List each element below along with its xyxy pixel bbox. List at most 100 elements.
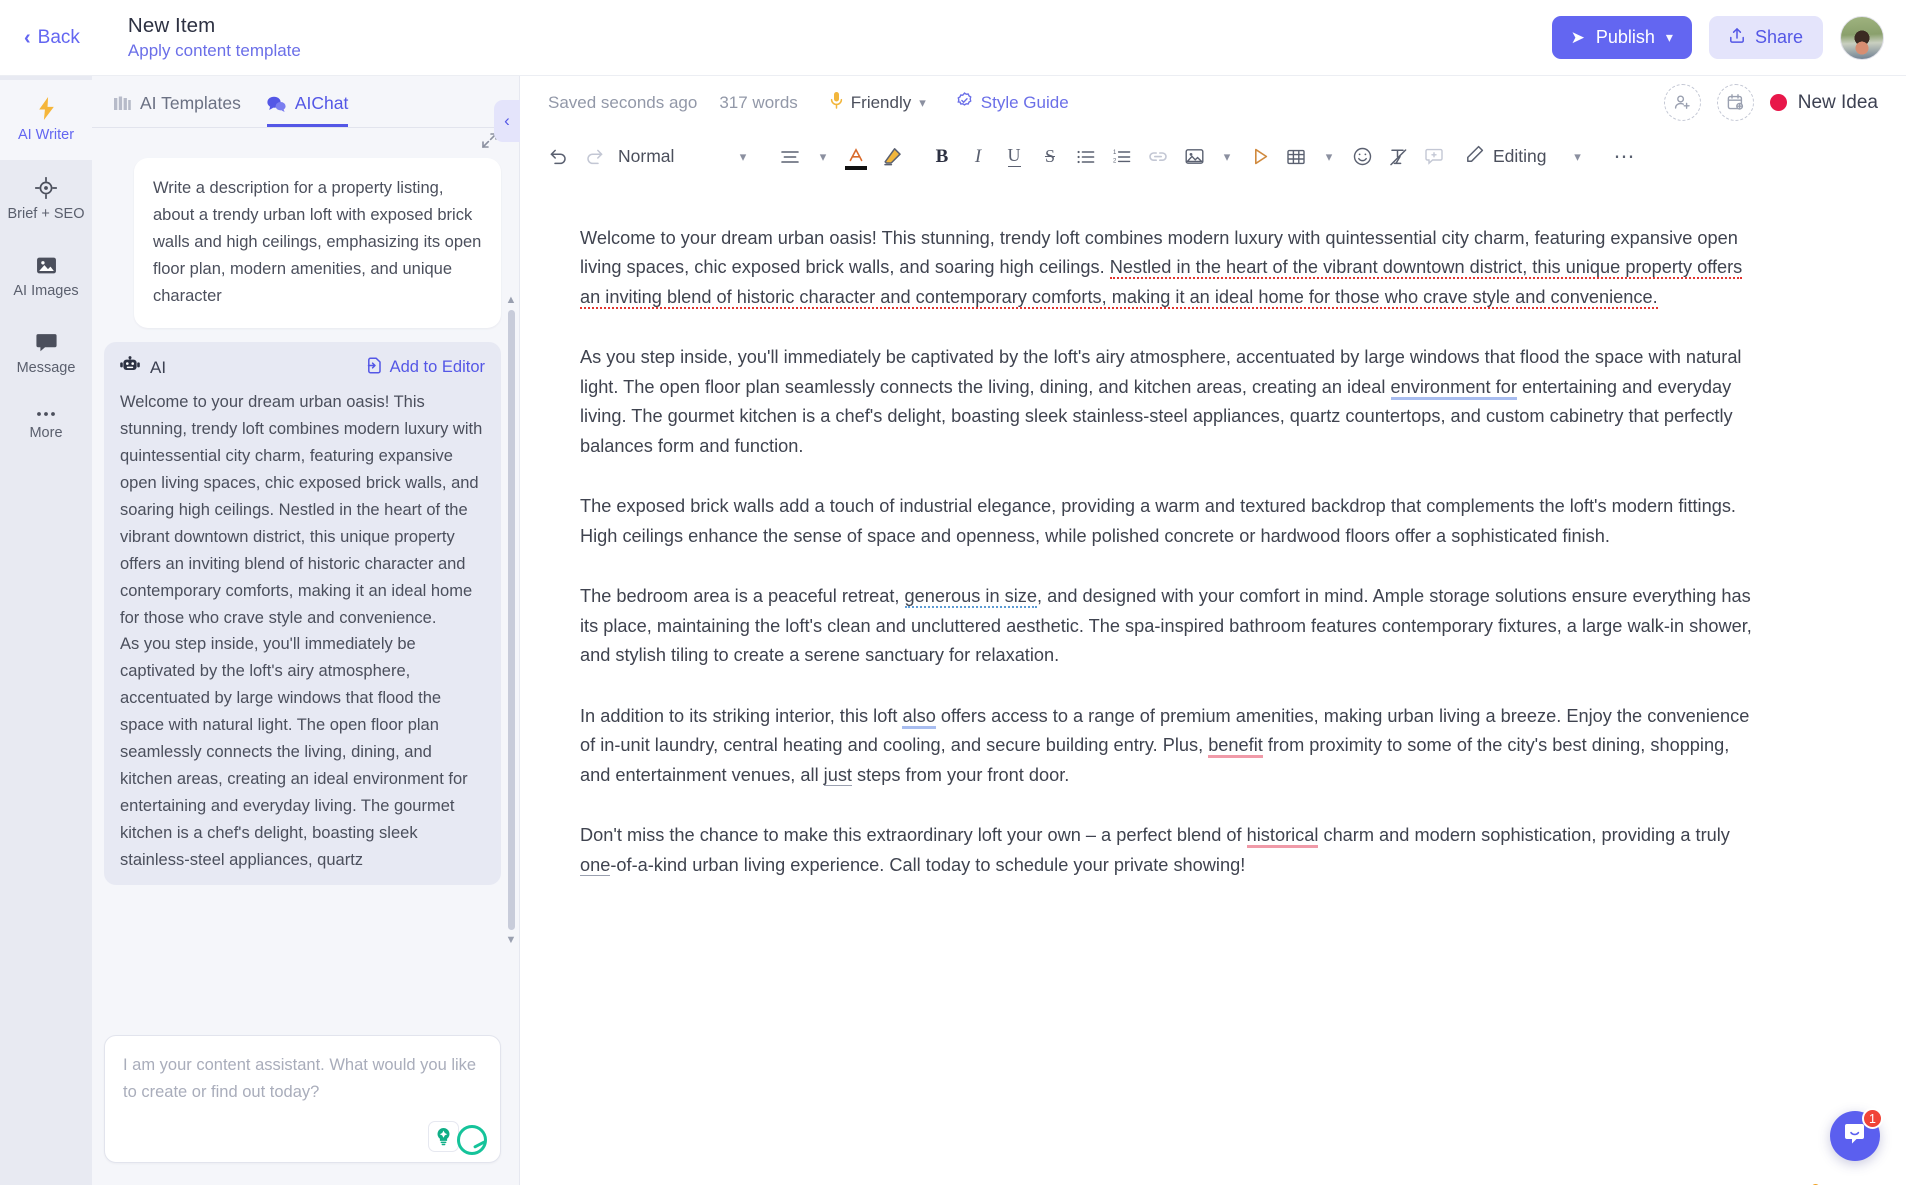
app-root: ‹ Back New Item Apply content template ➤…: [0, 0, 1906, 1185]
editing-mode-chevron-down-icon[interactable]: ▾: [1563, 149, 1593, 165]
share-button[interactable]: Share: [1708, 16, 1823, 59]
underline-icon[interactable]: U: [996, 139, 1032, 175]
more-options-icon[interactable]: ⋯: [1607, 139, 1643, 175]
sidebar-label-ai-writer: AI Writer: [17, 127, 75, 143]
chevron-down-icon: ▾: [739, 148, 747, 164]
highlighter-icon[interactable]: [874, 139, 910, 175]
chat-scrollbar[interactable]: [508, 310, 515, 930]
suggestion-span[interactable]: also: [902, 705, 936, 729]
editor-area: Saved seconds ago 317 words Friendly ▾ S…: [520, 76, 1906, 1185]
image-icon[interactable]: [1176, 139, 1212, 175]
add-to-editor-button[interactable]: Add to Editor: [366, 357, 485, 379]
sidebar-item-message[interactable]: Message: [0, 316, 92, 393]
support-chat-widget[interactable]: 1: [1830, 1108, 1883, 1161]
add-to-editor-icon: [366, 357, 383, 379]
align-icon[interactable]: [772, 139, 808, 175]
chat-scroll-area: Write a description for a property listi…: [92, 128, 519, 1035]
bullet-list-icon[interactable]: [1068, 139, 1104, 175]
sidebar-label-brief-seo: Brief + SEO: [7, 205, 85, 222]
image-dropdown-chevron-down-icon[interactable]: ▾: [1212, 149, 1242, 165]
document-paragraph: As you step inside, you'll immediately b…: [580, 343, 1760, 461]
new-idea-status[interactable]: New Idea: [1769, 91, 1878, 114]
app-body: AI Writer Brief + SEO AI Images Message …: [0, 76, 1906, 1185]
clear-format-icon[interactable]: [1380, 139, 1416, 175]
tone-label: Friendly: [850, 92, 912, 112]
sidebar-item-ai-images[interactable]: AI Images: [0, 238, 92, 316]
scrollbar-up-arrow[interactable]: ▲: [505, 294, 517, 306]
chat-input-box[interactable]: I am your content assistant. What would …: [104, 1035, 501, 1163]
document-text: -of-a-kind urban living experience. Call…: [610, 854, 1246, 875]
style-guide-label: Style Guide: [980, 92, 1069, 112]
apply-content-template-link[interactable]: Apply content template: [128, 41, 301, 61]
comment-icon[interactable]: [1416, 139, 1452, 175]
text-color-icon[interactable]: [838, 139, 874, 175]
paragraph-style-label: Normal: [618, 146, 675, 166]
sidebar-label-ai-images: AI Images: [13, 283, 79, 300]
chevron-left-icon: ‹: [24, 26, 31, 49]
paragraph-style-select[interactable]: Normal ▾: [618, 146, 758, 167]
suggestion-span[interactable]: historical: [1246, 825, 1319, 849]
suggestion-span[interactable]: generous in size: [904, 586, 1037, 609]
editor-status-bar: Saved seconds ago 317 words Friendly ▾ S…: [520, 76, 1906, 129]
tab-aichat[interactable]: AIChat: [266, 93, 349, 127]
emoji-icon[interactable]: [1344, 139, 1380, 175]
avatar[interactable]: [1840, 15, 1884, 60]
sidebar-item-brief-seo[interactable]: Brief + SEO: [0, 160, 92, 239]
grammarly-icon[interactable]: [457, 1125, 487, 1155]
undo-icon[interactable]: [540, 139, 576, 175]
style-guide-button[interactable]: Style Guide: [956, 91, 1069, 114]
upload-icon: [1729, 27, 1745, 49]
publish-button[interactable]: ➤ Publish ▾: [1551, 16, 1692, 59]
document-text: In addition to its striking interior, th…: [580, 705, 903, 726]
chat-input-wrapper: I am your content assistant. What would …: [92, 1035, 519, 1185]
page-title: New Item: [127, 14, 216, 37]
align-dropdown-chevron-down-icon[interactable]: ▾: [808, 149, 838, 165]
numbered-list-icon[interactable]: 12: [1104, 139, 1140, 175]
back-button[interactable]: ‹ Back: [18, 23, 86, 53]
table-dropdown-chevron-down-icon[interactable]: ▾: [1314, 149, 1344, 165]
idea-bulb-icon[interactable]: [428, 1121, 459, 1152]
suggestion-span[interactable]: benefit: [1208, 735, 1263, 759]
tab-ai-templates[interactable]: AI Templates: [114, 93, 241, 127]
suggestion-span[interactable]: one: [580, 854, 611, 876]
editing-mode-selector[interactable]: Editing: [1466, 145, 1547, 168]
style-guide-icon: [956, 91, 973, 114]
image-icon: [36, 255, 57, 276]
saved-status: Saved seconds ago: [548, 92, 698, 112]
italic-icon[interactable]: I: [960, 139, 996, 175]
collapse-panel-button[interactable]: ‹: [494, 100, 520, 142]
robot-icon: [120, 356, 140, 379]
schedule-button[interactable]: [1716, 84, 1754, 121]
strikethrough-icon[interactable]: S: [1032, 139, 1068, 175]
new-idea-label: New Idea: [1797, 91, 1878, 113]
add-collaborator-button[interactable]: [1663, 84, 1701, 121]
video-icon[interactable]: [1242, 139, 1278, 175]
document-canvas[interactable]: Welcome to your dream urban oasis! This …: [520, 184, 1906, 1185]
table-icon[interactable]: [1278, 139, 1314, 175]
suggestion-span[interactable]: just: [823, 764, 852, 786]
redo-icon[interactable]: [576, 139, 612, 175]
target-icon: [35, 176, 57, 199]
suggestion-span[interactable]: environment for: [1390, 376, 1517, 400]
sidebar-item-ai-writer[interactable]: AI Writer: [0, 80, 92, 160]
document-paragraph: Don't miss the chance to make this extra…: [580, 821, 1760, 880]
ai-label: AI: [150, 357, 167, 377]
scrollbar-down-arrow[interactable]: ▼: [505, 934, 517, 946]
ellipsis-icon: [35, 410, 57, 418]
status-bar-right: New Idea: [1663, 84, 1878, 121]
chat-bubble-icon: [35, 333, 57, 353]
bold-icon[interactable]: B: [924, 139, 960, 175]
user-message-text: Write a description for a property listi…: [153, 179, 482, 305]
sidebar-item-more[interactable]: More: [0, 393, 92, 458]
editing-mode-label: Editing: [1493, 146, 1547, 166]
chat-icon: [267, 96, 286, 112]
chat-tab-bar: AI Templates AIChat: [92, 76, 519, 128]
tab-label-ai-templates: AI Templates: [140, 93, 241, 113]
sidebar-label-message: Message: [16, 360, 76, 377]
user-message-bubble: Write a description for a property listi…: [134, 158, 501, 329]
link-icon[interactable]: [1140, 139, 1176, 175]
tone-selector[interactable]: Friendly ▾: [830, 91, 926, 115]
document-text: The exposed brick walls add a touch of i…: [580, 496, 1736, 546]
ai-author: AI: [120, 356, 166, 379]
ai-response-block: AI Add to Editor Welcome to your dream u…: [104, 342, 501, 886]
